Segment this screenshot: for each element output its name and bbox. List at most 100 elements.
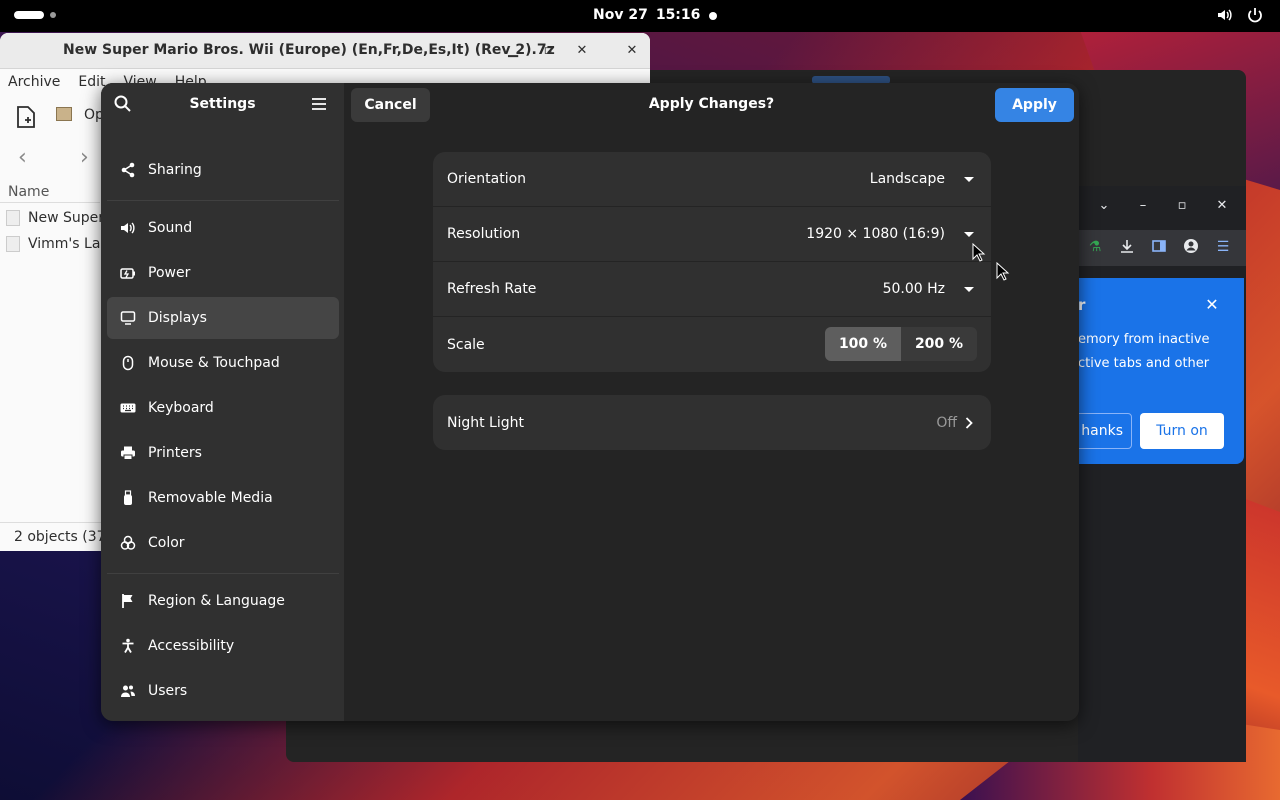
sidebar-item-mouse-touchpad[interactable]: Mouse & Touchpad (107, 342, 339, 384)
sidebar-item-label: Mouse & Touchpad (148, 355, 280, 371)
orientation-row[interactable]: Orientation Landscape (433, 152, 991, 207)
flag-icon (119, 592, 137, 610)
dropdown-arrow-icon (963, 283, 975, 295)
download-icon[interactable] (1118, 238, 1136, 256)
column-header-name[interactable]: Name (0, 181, 100, 203)
dropdown-arrow-icon (963, 173, 975, 185)
side-panel-icon[interactable] (1150, 238, 1168, 256)
close-icon[interactable]: ✕ (571, 40, 593, 62)
forward-icon[interactable]: › (80, 145, 89, 170)
archive-titlebar[interactable]: New Super Mario Bros. Wii (Europe) (En,F… (0, 33, 650, 69)
sidebar-item-users[interactable]: Users (107, 670, 339, 712)
profile-icon[interactable] (1182, 238, 1200, 256)
system-menu[interactable] (1216, 6, 1264, 24)
notification-dot (709, 12, 717, 20)
keyboard-icon (119, 399, 137, 417)
turn-on-button[interactable]: Turn on (1140, 413, 1224, 449)
browser-titlebar[interactable]: ⌄ – ▫ ✕ (1078, 186, 1246, 230)
top-bar: Nov 27 15:16 (0, 0, 1280, 32)
monitor-icon (119, 309, 137, 327)
users-icon (119, 682, 137, 700)
maximize-icon[interactable]: ▫ (1172, 198, 1192, 213)
hamburger-menu-icon[interactable] (311, 96, 329, 114)
sidebar-item-label: Removable Media (148, 490, 273, 506)
memory-saver-popup: r ✕ emory from inactive ctive tabs and o… (1068, 278, 1244, 464)
scale-label: Scale (447, 336, 485, 353)
sidebar-item-accessibility[interactable]: Accessibility (107, 625, 339, 667)
resolution-value: 1920 × 1080 (16:9) (806, 226, 945, 242)
menu-icon[interactable]: ☰ (1214, 238, 1232, 256)
sidebar-item-label: Sharing (148, 162, 202, 178)
scale-toggle-group: 100 % 200 % (825, 327, 977, 361)
night-light-card: Night Light Off (433, 395, 991, 450)
file-icon (6, 236, 20, 252)
page-title: Apply Changes? (648, 96, 775, 112)
list-item[interactable]: Vimm's Lai (6, 236, 104, 252)
minimize-icon[interactable]: – (1133, 198, 1153, 213)
cancel-button[interactable]: Cancel (351, 88, 430, 122)
popup-description: emory from inactive ctive tabs and other (1078, 328, 1228, 376)
activities-button[interactable] (14, 11, 56, 19)
resolution-label: Resolution (447, 226, 521, 242)
mouse-cursor-icon (972, 242, 986, 263)
sidebar-item-label: Power (148, 265, 191, 281)
browser-window: ⌄ – ▫ ✕ ⚗ ☰ (1078, 186, 1246, 762)
close-icon[interactable]: ✕ (1212, 198, 1232, 213)
speaker-icon (119, 219, 137, 237)
dropdown-arrow-icon (963, 228, 975, 240)
open-icon[interactable] (56, 107, 72, 121)
color-icon (119, 534, 137, 552)
maximize-icon[interactable]: ▫ (537, 40, 559, 62)
sidebar-separator (107, 573, 339, 574)
sidebar-item-sound[interactable]: Sound (107, 207, 339, 249)
night-light-row[interactable]: Night Light Off (433, 395, 991, 450)
close-icon[interactable]: ✕ (1202, 295, 1222, 314)
settings-headerbar: Cancel Apply Changes? Apply (344, 83, 1079, 129)
sidebar-separator (107, 200, 339, 201)
menu-archive[interactable]: Archive (8, 74, 60, 90)
mouse-icon (119, 354, 137, 372)
browser-toolbar: ⚗ ☰ (1078, 230, 1246, 266)
sidebar-item-label: Keyboard (148, 400, 214, 416)
night-light-value: Off (936, 414, 957, 431)
sidebar-item-region-language[interactable]: Region & Language (107, 580, 339, 622)
accessibility-icon (119, 637, 137, 655)
close-icon[interactable]: ✕ (621, 40, 643, 62)
refresh-rate-row[interactable]: Refresh Rate 50.00 Hz (433, 262, 991, 317)
chevron-down-icon[interactable]: ⌄ (1094, 198, 1114, 213)
sidebar-item-printers[interactable]: Printers (107, 432, 339, 474)
sidebar-item-keyboard[interactable]: Keyboard (107, 387, 339, 429)
scale-option-100[interactable]: 100 % (825, 327, 901, 361)
chevron-right-icon (963, 416, 975, 429)
archive-window-title: New Super Mario Bros. Wii (Europe) (En,F… (63, 42, 555, 58)
back-icon[interactable]: ‹ (18, 145, 27, 170)
sidebar-item-displays[interactable]: Displays (107, 297, 339, 339)
clock[interactable]: Nov 27 15:16 (593, 7, 700, 23)
new-archive-icon[interactable] (14, 105, 38, 133)
minimize-icon[interactable]: ▁ (502, 40, 524, 62)
sidebar-item-label: Sound (148, 220, 193, 236)
sidebar-title: Settings (189, 96, 256, 112)
apply-button[interactable]: Apply (995, 88, 1074, 122)
sidebar-item-label: Printers (148, 445, 202, 461)
sidebar-item-sharing[interactable]: Sharing (107, 149, 339, 191)
scale-option-200[interactable]: 200 % (901, 327, 977, 361)
resolution-row[interactable]: Resolution 1920 × 1080 (16:9) (433, 207, 991, 262)
sidebar-item-label: Accessibility (148, 638, 235, 654)
sidebar-item-removable-media[interactable]: Removable Media (107, 477, 339, 519)
settings-window: Settings Online Accounts Sharing Sound P… (101, 83, 1079, 721)
sidebar-item-power[interactable]: Power (107, 252, 339, 294)
usb-icon (119, 489, 137, 507)
power-icon (1246, 6, 1264, 24)
lab-flask-icon[interactable]: ⚗ (1086, 238, 1104, 256)
sidebar-header: Settings (101, 83, 344, 129)
popup-title: r (1078, 296, 1086, 314)
file-name: New Super (28, 210, 105, 226)
file-name: Vimm's Lai (28, 236, 105, 252)
printer-icon (119, 444, 137, 462)
sidebar-item-color[interactable]: Color (107, 522, 339, 564)
refresh-rate-label: Refresh Rate (447, 281, 537, 297)
share-icon (119, 161, 137, 179)
list-item[interactable]: New Super (6, 210, 104, 226)
settings-sidebar: Settings Online Accounts Sharing Sound P… (101, 83, 344, 721)
